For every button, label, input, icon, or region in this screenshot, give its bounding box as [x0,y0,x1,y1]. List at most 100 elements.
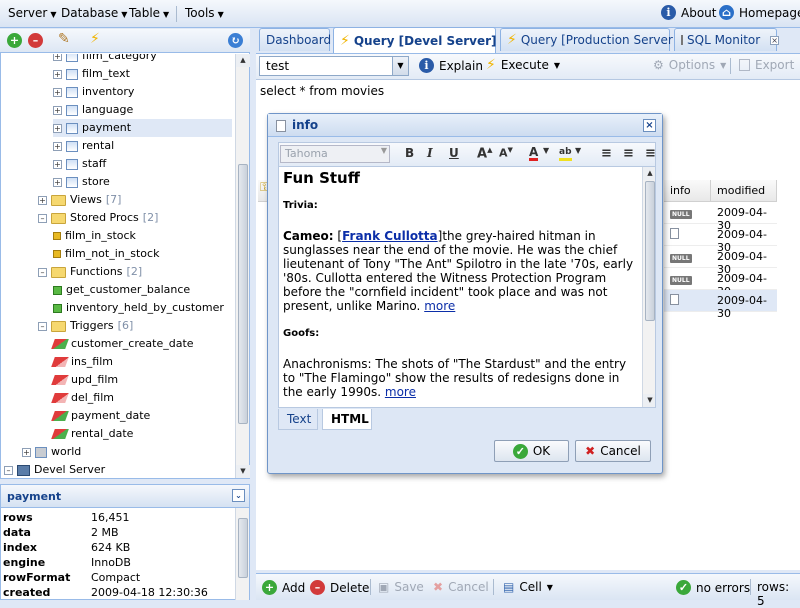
tree-node-film-category[interactable]: + film_category [53,54,157,65]
homepage-link[interactable]: ⌂ Homepage [719,5,800,20]
expand-icon[interactable]: + [53,54,62,61]
grid-cell-info[interactable] [664,224,711,246]
grid-cell-info[interactable]: NULL [664,246,711,268]
delete-row-button[interactable]: – Delete [310,580,369,595]
grid-cell-modified[interactable]: 2009-04-30 [711,224,777,254]
tree-node-get-customer-balance[interactable]: get_customer_balance [53,281,190,299]
tree-node-rental[interactable]: + rental [53,137,114,155]
chevron-down-icon[interactable]: ▼ [575,146,581,155]
close-icon[interactable]: × [770,35,779,45]
tree-node-film-in-stock[interactable]: film_in_stock [53,227,136,245]
grid-cell-info[interactable]: NULL [664,202,711,224]
tree-node-language[interactable]: + language [53,101,133,119]
expand-icon[interactable]: + [53,141,62,151]
tree-node-world[interactable]: + world [22,443,81,461]
tree-node-store[interactable]: + store [53,173,110,191]
scroll-down-arrow[interactable]: ▼ [236,465,250,478]
italic-button[interactable]: I [427,146,433,160]
tree-node-del-film[interactable]: del_film [51,389,114,407]
column-header-info[interactable]: info [664,180,711,202]
cancel-dialog-button[interactable]: ✖ Cancel [575,440,651,462]
tree-node-views[interactable]: + Views [7] [38,191,121,209]
align-left-button[interactable]: ≡ [601,146,612,161]
tab-sql-monitor[interactable]: SQL Monitor × [674,28,779,51]
tab-text[interactable]: Text [278,409,318,430]
menu-tools[interactable]: Tools ▼ [185,6,224,20]
menu-server[interactable]: Server ▼ [8,6,57,20]
tree-node-upd-film[interactable]: upd_film [51,371,118,389]
scroll-thumb[interactable] [645,181,655,321]
column-header-modified[interactable]: modified [711,180,777,202]
tree-node-rental-date[interactable]: rental_date [51,425,133,443]
bold-button[interactable]: B [405,146,414,160]
tree-node-staff[interactable]: + staff [53,155,106,173]
tree-node-functions[interactable]: – Functions [2] [38,263,142,281]
chevron-down-icon[interactable]: ▼ [392,57,408,75]
collapse-icon[interactable]: – [4,465,13,475]
expand-icon[interactable]: + [53,69,62,79]
tree-node-payment-date[interactable]: payment_date [51,407,150,425]
expand-icon[interactable]: + [22,447,31,457]
dialog-title-bar[interactable]: info × [268,114,662,137]
highlight-button[interactable]: ab [559,146,572,161]
chevron-down-icon[interactable]: ▼ [543,146,549,155]
ok-button[interactable]: ✓ OK [494,440,569,462]
scroll-up-arrow[interactable]: ▲ [236,54,250,67]
remove-icon[interactable]: – [28,33,43,48]
options-button[interactable]: ⚙ Options ▼ [653,58,726,72]
grid-cell-modified[interactable]: 2009-04-30 [711,246,777,276]
props-scroll-thumb[interactable] [238,518,248,578]
grid-cell-modified[interactable]: 2009-04-30 [711,202,777,232]
tab-query-devel[interactable]: ⚡Query [Devel Server]× [333,27,516,53]
tree-node-devel-server[interactable]: – Devel Server [4,461,105,478]
menu-database[interactable]: Database ▼ [61,6,127,20]
collapse-icon[interactable]: – [38,213,47,223]
cell-menu-button[interactable]: ▤ Cell ▼ [503,580,553,594]
cancel-button[interactable]: ✖ Cancel [433,580,489,594]
expand-icon[interactable]: + [53,177,62,187]
database-select[interactable]: test ▼ [259,56,409,76]
refresh-icon[interactable]: ↻ [228,33,243,48]
scroll-thumb[interactable] [238,164,248,424]
close-icon[interactable]: × [643,119,656,132]
grid-cell-info[interactable] [664,290,711,312]
execute-bolt-icon[interactable]: ⚡ [90,31,100,47]
grid-cell-modified[interactable]: 2009-04-30 [711,268,777,298]
menu-table[interactable]: Table ▼ [129,6,169,20]
expand-icon[interactable]: + [53,105,62,115]
tree-scrollbar[interactable]: ▲ ▼ [235,54,250,478]
scroll-down-arrow[interactable]: ▼ [643,394,655,407]
tree-node-payment[interactable]: + payment [53,119,232,137]
explain-button[interactable]: i Explain [419,58,483,73]
font-select[interactable]: Tahoma ▼ [280,145,390,163]
collapse-icon[interactable]: ⌄ [232,489,245,502]
expand-icon[interactable]: + [53,87,62,97]
editor-scrollbar[interactable]: ▲ ▼ [642,167,655,407]
save-button[interactable]: ▣ Save [378,580,424,594]
grow-font-button[interactable]: A▲ [477,146,492,161]
tree-node-inventory[interactable]: + inventory [53,83,134,101]
props-scrollbar[interactable] [235,508,249,600]
tab-query-production[interactable]: ⚡Query [Production Server]× [500,28,697,51]
collapse-icon[interactable]: + [38,195,47,205]
collapse-icon[interactable]: – [38,267,47,277]
add-row-button[interactable]: + Add [262,580,305,595]
more-link[interactable]: more [424,299,455,313]
tab-html[interactable]: HTML [322,409,372,430]
tab-dashboard[interactable]: Dashboard [259,28,331,51]
more-link[interactable]: more [385,385,416,399]
about-link[interactable]: i About [661,5,716,20]
align-right-button[interactable]: ≡ [645,146,656,161]
grid-cell-info[interactable]: NULL [664,268,711,290]
grid-cell-modified[interactable]: 2009-04-30 [711,290,777,320]
tree-node-film-not-in-stock[interactable]: film_not_in_stock [53,245,159,263]
tree-node-ins-film[interactable]: ins_film [51,353,113,371]
edit-icon[interactable]: ✎ [58,31,70,47]
underline-button[interactable]: U [449,146,459,160]
cameo-link[interactable]: Frank Cullotta [342,229,438,243]
font-color-button[interactable]: A [529,146,539,161]
add-icon[interactable]: + [7,33,22,48]
export-button[interactable]: Export [739,58,794,72]
scroll-up-arrow[interactable]: ▲ [643,167,655,180]
html-editor[interactable]: Fun Stuff Trivia: Cameo: [Frank Cullotta… [278,166,656,408]
